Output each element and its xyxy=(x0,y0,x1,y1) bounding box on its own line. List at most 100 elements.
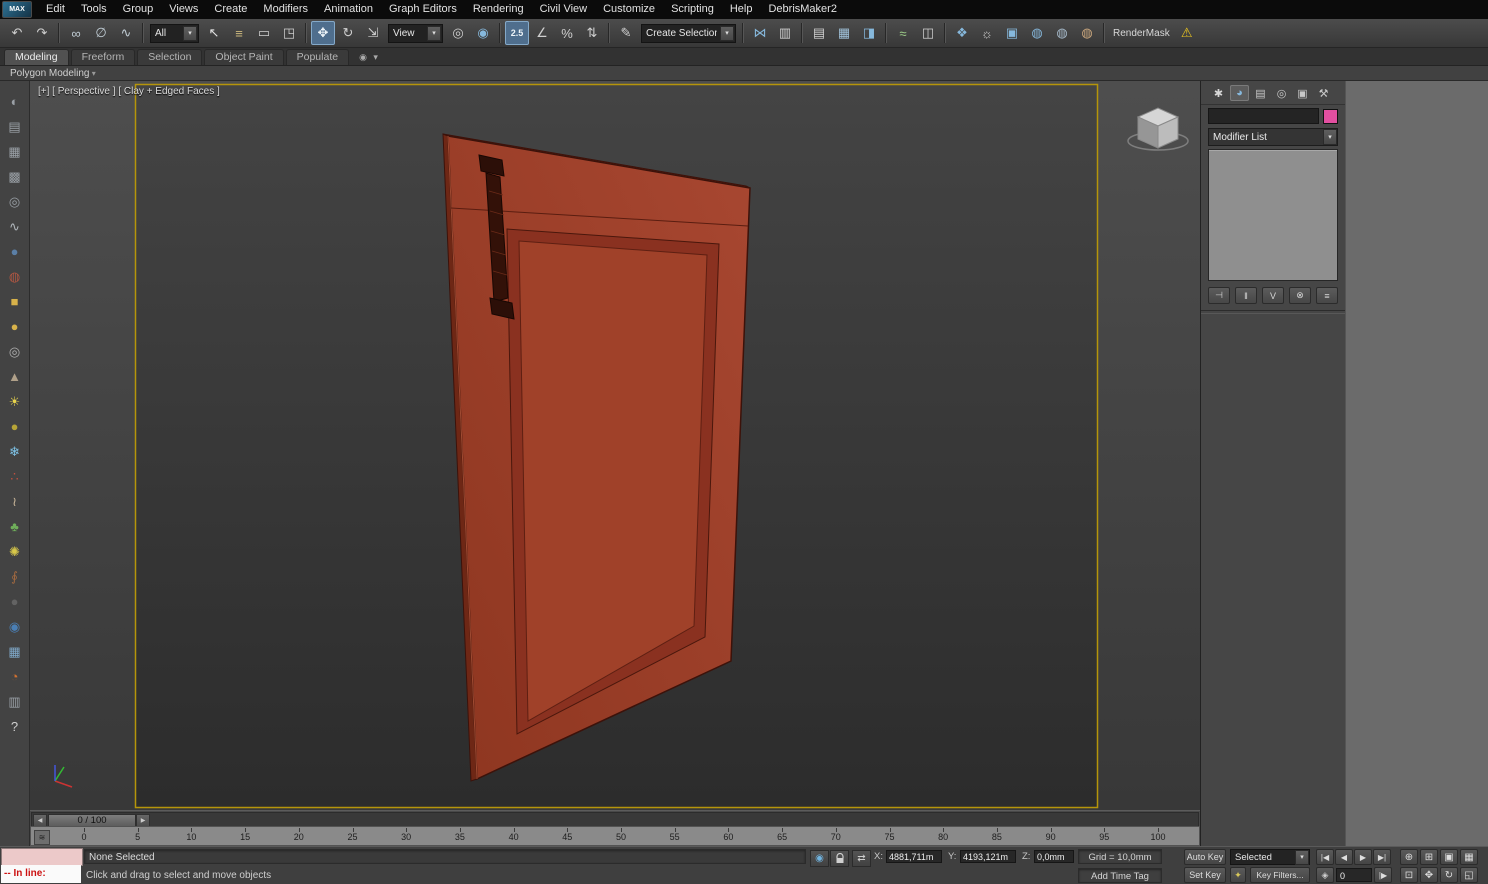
object-name-field[interactable] xyxy=(1208,108,1319,124)
hierarchy-tab[interactable]: ▤ xyxy=(1251,85,1270,101)
selection-lock-icon[interactable] xyxy=(830,850,849,867)
gray-donut-icon[interactable]: ◎ xyxy=(3,341,27,362)
y-coord-field[interactable]: 4193,121m xyxy=(960,850,1016,863)
olive-sphere-icon[interactable]: ● xyxy=(3,416,27,437)
world-sphere-icon[interactable]: ◉ xyxy=(3,616,27,637)
menu-customize[interactable]: Customize xyxy=(595,0,663,19)
undo-icon[interactable]: ↶ xyxy=(5,21,29,45)
go-to-end-button[interactable] xyxy=(1374,867,1392,883)
horn-icon[interactable]: ∮ xyxy=(3,566,27,587)
modifier-list-dropdown[interactable]: Modifier List xyxy=(1208,128,1338,146)
select-and-manipulate-icon[interactable]: ◉ xyxy=(471,21,495,45)
angle-snap-icon[interactable]: ∠ xyxy=(530,21,554,45)
unlink-selection-icon[interactable]: ∅ xyxy=(89,21,113,45)
image-plane-icon[interactable]: ▤ xyxy=(3,116,27,137)
window-crossing-icon[interactable]: ◳ xyxy=(277,21,301,45)
zoom-all-icon[interactable]: ⊞ xyxy=(1420,849,1438,865)
select-and-link-icon[interactable]: ∞ xyxy=(64,21,88,45)
checker-grid-icon[interactable]: ▦ xyxy=(3,141,27,162)
graphite-ribbon-icon[interactable]: ◨ xyxy=(857,21,881,45)
isolate-selection-icon[interactable] xyxy=(810,850,829,867)
render-iterative-icon[interactable]: ◍ xyxy=(1050,21,1074,45)
show-end-result-button[interactable]: ‖ xyxy=(1235,287,1257,304)
mirror-icon[interactable]: ⋈ xyxy=(748,21,772,45)
grid-array-icon[interactable]: ▩ xyxy=(3,166,27,187)
selection-filter-dropdown[interactable]: All xyxy=(150,24,199,43)
modify-tab[interactable]: ◕ xyxy=(1230,85,1249,101)
ribbon-tab-freeform[interactable]: Freeform xyxy=(71,49,136,65)
red-torus-icon[interactable]: ◍ xyxy=(3,266,27,287)
menu-rendering[interactable]: Rendering xyxy=(465,0,532,19)
edit-named-selection-icon[interactable]: ✎ xyxy=(614,21,638,45)
go-to-end-top-button[interactable]: ▶| xyxy=(1373,849,1391,865)
render-setup-icon[interactable]: ☼ xyxy=(975,21,999,45)
key-mode-toggle[interactable] xyxy=(1316,867,1334,883)
x-coord-field[interactable]: 4881,711m xyxy=(886,850,942,863)
rectangular-selection-icon[interactable]: ▭ xyxy=(252,21,276,45)
macro-recorder-field[interactable] xyxy=(1,848,83,866)
mini-curve-editor-icon[interactable] xyxy=(34,830,50,845)
selection-set-filter-dropdown[interactable]: Selected xyxy=(1230,849,1310,865)
warning-icon[interactable]: ⚠ xyxy=(1175,21,1199,45)
scene-explorer-icon[interactable]: ▦ xyxy=(832,21,856,45)
menu-graph-editors[interactable]: Graph Editors xyxy=(381,0,465,19)
ribbon-tab-modeling[interactable]: Modeling xyxy=(4,49,69,65)
array-boxes-icon[interactable]: ▦ xyxy=(3,641,27,662)
percent-snap-icon[interactable]: % xyxy=(555,21,579,45)
stacked-boxes-icon[interactable]: ▥ xyxy=(3,691,27,712)
red-spray-icon[interactable]: ∴ xyxy=(3,466,27,487)
yellow-sphere-icon[interactable]: ● xyxy=(3,316,27,337)
add-time-tag[interactable]: Add Time Tag xyxy=(1078,868,1162,883)
named-selection-set-dropdown[interactable]: Create Selection Se xyxy=(641,24,736,43)
bone-icon[interactable]: ≀ xyxy=(3,491,27,512)
eclipse-sphere-icon[interactable]: ◔ xyxy=(3,666,27,687)
help-icon[interactable]: ? xyxy=(3,716,27,737)
remove-modifier-button[interactable]: ⊗ xyxy=(1289,287,1311,304)
time-slider[interactable]: 0 / 100 xyxy=(30,810,1200,826)
spinner-snap-icon[interactable]: ⇅ xyxy=(580,21,604,45)
key-filters-button[interactable]: Key Filters... xyxy=(1250,867,1310,883)
menu-civil-view[interactable]: Civil View xyxy=(532,0,595,19)
menu-animation[interactable]: Animation xyxy=(316,0,381,19)
go-to-start-button[interactable]: |◀ xyxy=(1316,849,1334,865)
make-unique-button[interactable]: V xyxy=(1262,287,1284,304)
curve-editor-icon[interactable]: ≈ xyxy=(891,21,915,45)
display-tab[interactable]: ▣ xyxy=(1293,85,1312,101)
previous-frame-button[interactable]: ◀ xyxy=(1335,849,1353,865)
viewport-label[interactable]: [+] [ Perspective ] [ Clay + Edged Faces… xyxy=(38,86,220,97)
modifier-stack[interactable] xyxy=(1208,149,1338,281)
select-and-scale-icon[interactable]: ⇲ xyxy=(361,21,385,45)
create-tab[interactable]: ✱ xyxy=(1209,85,1228,101)
orbit-icon[interactable]: ↻ xyxy=(1440,867,1458,883)
track-bar[interactable]: 0510152025303540455055606570758085909510… xyxy=(30,826,1200,846)
yellow-hand-icon[interactable]: ✺ xyxy=(3,541,27,562)
menu-debrismaker2[interactable]: DebrisMaker2 xyxy=(760,0,844,19)
auto-key-button[interactable]: Auto Key xyxy=(1184,849,1226,865)
cylinder-icon[interactable]: ◎ xyxy=(3,191,27,212)
field-of-view-icon[interactable]: ⊡ xyxy=(1400,867,1418,883)
current-frame-field[interactable]: 0 xyxy=(1336,868,1372,882)
select-object-icon[interactable]: ↖ xyxy=(202,21,226,45)
menu-views[interactable]: Views xyxy=(161,0,206,19)
motion-tab[interactable]: ◎ xyxy=(1272,85,1291,101)
reference-coordinate-dropdown[interactable]: View xyxy=(388,24,443,43)
yellow-box-icon[interactable]: ■ xyxy=(3,291,27,312)
cone-icon[interactable]: ▲ xyxy=(3,366,27,387)
spline-curve-icon[interactable]: ∿ xyxy=(3,216,27,237)
material-editor-icon[interactable]: ❖ xyxy=(950,21,974,45)
max-logo[interactable]: MAX xyxy=(2,1,32,18)
snap-toggle[interactable]: 2.5 xyxy=(505,21,529,45)
select-and-rotate-icon[interactable]: ↻ xyxy=(336,21,360,45)
select-by-name-icon[interactable]: ≡ xyxy=(227,21,251,45)
blue-sphere-icon[interactable]: ● xyxy=(3,241,27,262)
render-production-icon[interactable]: ◍ xyxy=(1025,21,1049,45)
menu-modifiers[interactable]: Modifiers xyxy=(255,0,316,19)
pan-icon[interactable]: ✥ xyxy=(1420,867,1438,883)
menu-scripting[interactable]: Scripting xyxy=(663,0,722,19)
key-icon[interactable] xyxy=(1230,867,1246,883)
menu-help[interactable]: Help xyxy=(722,0,761,19)
snowflake-particles-icon[interactable]: ❄ xyxy=(3,441,27,462)
maximize-viewport-icon[interactable]: ◱ xyxy=(1460,867,1478,883)
ribbon-tab-populate[interactable]: Populate xyxy=(286,49,349,65)
zoom-extents-icon[interactable]: ▣ xyxy=(1440,849,1458,865)
